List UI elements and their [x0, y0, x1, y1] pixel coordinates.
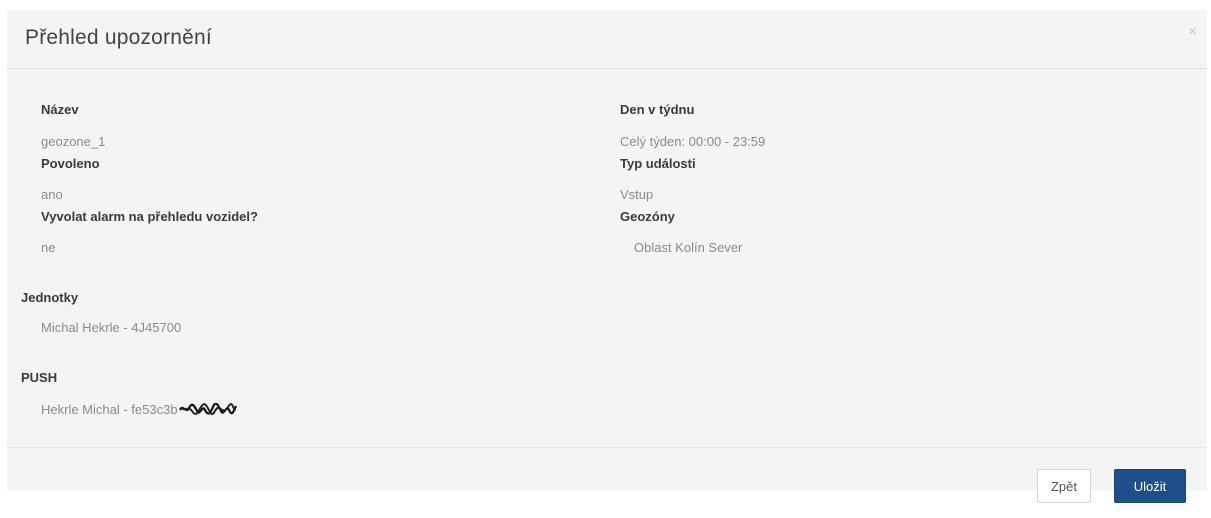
push-value: Hekrle Michal - fe53c3b [41, 402, 237, 417]
name-label: Název [41, 102, 79, 117]
save-button[interactable]: Uložit [1114, 469, 1186, 503]
units-value: Michal Hekrle - 4J45700 [41, 320, 182, 335]
enabled-value: ano [41, 187, 63, 202]
push-value-text: Hekrle Michal - fe53c3b [41, 402, 178, 417]
name-value: geozone_1 [41, 134, 106, 149]
weekday-value: Celý týden: 00:00 - 23:59 [620, 134, 766, 149]
modal-header: Přehled upozornění × [7, 10, 1207, 69]
modal-footer [7, 447, 1207, 491]
event-type-label: Typ události [620, 156, 696, 171]
event-type-value: Vstup [620, 187, 654, 202]
redaction-scribble [178, 403, 237, 415]
push-label: PUSH [21, 370, 58, 385]
alarm-label: Vyvolat alarm na přehledu vozidel? [41, 209, 258, 224]
back-button[interactable]: Zpět [1037, 469, 1091, 503]
units-label: Jednotky [21, 290, 79, 305]
modal-title: Přehled upozornění [25, 26, 212, 49]
geozones-value: Oblast Kolín Sever [634, 240, 743, 255]
geozones-label: Geozóny [620, 209, 675, 224]
alert-overview-modal: Přehled upozornění × Název geozone_1 Pov… [7, 10, 1207, 503]
close-icon[interactable]: × [1188, 24, 1197, 39]
enabled-label: Povoleno [41, 156, 100, 171]
alarm-value: ne [41, 240, 56, 255]
weekday-label: Den v týdnu [620, 102, 695, 117]
